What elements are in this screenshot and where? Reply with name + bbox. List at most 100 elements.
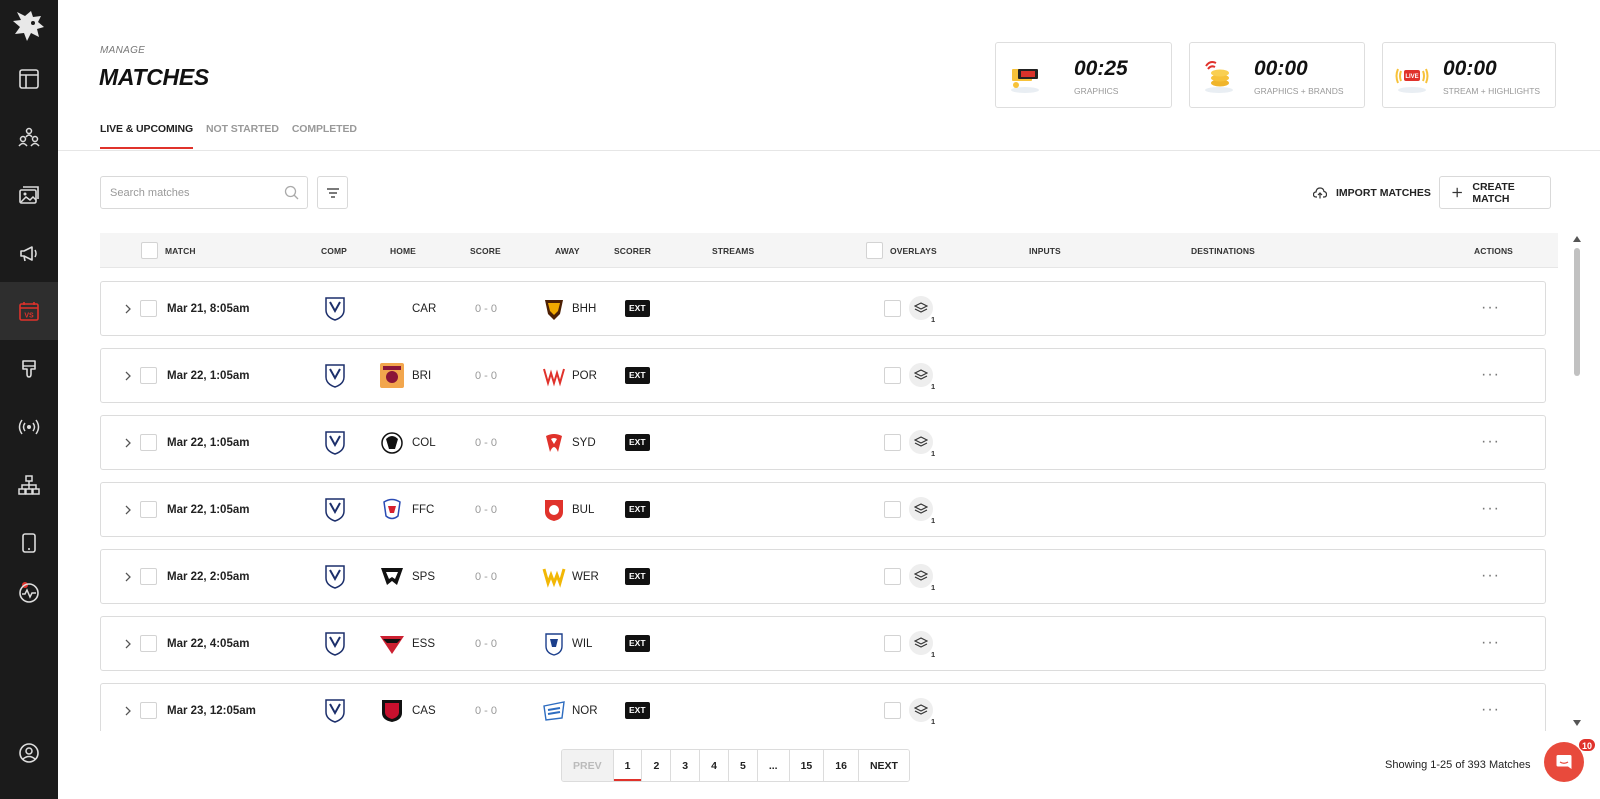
power-logo-icon <box>543 368 565 387</box>
table-row[interactable]: Mar 22, 1:05am BRI 0 - 0 POR EXT 1 ··· <box>100 348 1546 403</box>
table-row[interactable]: Mar 22, 1:05am FFC 0 - 0 BUL EXT 1 ··· <box>100 482 1546 537</box>
more-actions-icon[interactable]: ··· <box>1481 701 1500 719</box>
import-matches-button[interactable]: IMPORT MATCHES <box>1313 176 1431 209</box>
layers-icon[interactable] <box>909 698 933 722</box>
scroll-up-icon[interactable] <box>1573 236 1581 242</box>
more-actions-icon[interactable]: ··· <box>1481 500 1500 518</box>
media-library-icon[interactable] <box>0 166 58 224</box>
competition-shield-icon <box>325 498 345 522</box>
row-checkbox[interactable] <box>140 501 157 518</box>
chevron-right-icon[interactable] <box>123 638 133 650</box>
hierarchy-icon[interactable] <box>0 456 58 514</box>
campaigns-megaphone-icon[interactable] <box>0 224 58 282</box>
create-match-button[interactable]: CREATE MATCH <box>1439 176 1551 209</box>
graphics-time: 00:25 <box>1074 57 1128 80</box>
overlay-checkbox[interactable] <box>884 300 901 317</box>
more-actions-icon[interactable]: ··· <box>1481 299 1500 317</box>
page-button-3[interactable]: 3 <box>671 750 701 781</box>
scrollbar-thumb[interactable] <box>1574 248 1580 376</box>
overlay-checkbox[interactable] <box>884 702 901 719</box>
layers-icon[interactable] <box>909 564 933 588</box>
chevron-right-icon[interactable] <box>123 571 133 583</box>
next-page-button[interactable]: NEXT <box>858 750 909 781</box>
home-team: SPS <box>412 571 436 583</box>
more-actions-icon[interactable]: ··· <box>1481 567 1500 585</box>
overlay-checkbox[interactable] <box>884 635 901 652</box>
table-scrollbar[interactable] <box>1571 236 1582 726</box>
search-input[interactable] <box>100 176 308 209</box>
stat-card-graphics-brands: 00:00 GRAPHICS + BRANDS <box>1189 42 1365 108</box>
prev-page-button[interactable]: PREV <box>562 750 614 781</box>
competition-shield-icon <box>325 699 345 723</box>
row-checkbox[interactable] <box>140 367 157 384</box>
layers-icon[interactable] <box>909 497 933 521</box>
chevron-right-icon[interactable] <box>123 504 133 516</box>
overlay-count: 1 <box>931 315 936 324</box>
layers-icon[interactable] <box>909 363 933 387</box>
competition-shield-icon <box>325 632 345 656</box>
tab-completed[interactable]: COMPLETED <box>292 123 357 149</box>
pagination: PREV 1 2 3 4 5 ... 15 16 NEXT <box>561 749 910 782</box>
matches-calendar-icon[interactable]: VS <box>0 282 58 340</box>
filter-button[interactable] <box>317 176 348 209</box>
chevron-right-icon[interactable] <box>123 437 133 449</box>
row-checkbox[interactable] <box>140 434 157 451</box>
layers-icon[interactable] <box>909 430 933 454</box>
chevron-right-icon[interactable] <box>123 303 133 315</box>
activity-pulse-icon[interactable] <box>0 564 58 622</box>
page-button-4[interactable]: 4 <box>700 750 729 781</box>
page-button-1[interactable]: 1 <box>613 750 643 781</box>
row-checkbox[interactable] <box>140 702 157 719</box>
table-row[interactable]: Mar 23, 12:05am CAS 0 - 0 NOR EXT 1 ··· <box>100 683 1546 731</box>
more-actions-icon[interactable]: ··· <box>1481 433 1500 451</box>
broadcast-icon[interactable] <box>0 398 58 456</box>
overlay-count: 1 <box>931 382 936 391</box>
williamstown-logo-icon <box>545 633 563 656</box>
more-actions-icon[interactable]: ··· <box>1481 366 1500 384</box>
row-checkbox[interactable] <box>140 300 157 317</box>
page-button-16[interactable]: 16 <box>824 750 859 781</box>
table-row[interactable]: Mar 22, 1:05am COL 0 - 0 SYD EXT 1 ··· <box>100 415 1546 470</box>
magpies-logo-icon <box>381 432 403 454</box>
teams-icon[interactable] <box>0 108 58 166</box>
overlay-checkbox[interactable] <box>884 501 901 518</box>
create-match-label: CREATE MATCH <box>1472 180 1515 205</box>
page-ellipsis: ... <box>757 750 790 781</box>
row-checkbox[interactable] <box>140 635 157 652</box>
competition-shield-icon <box>325 431 345 455</box>
chevron-right-icon[interactable] <box>123 370 133 382</box>
user-profile-icon[interactable] <box>0 724 58 782</box>
tab-live-upcoming[interactable]: LIVE & UPCOMING <box>100 123 193 149</box>
table-row[interactable]: Mar 22, 2:05am SPS 0 - 0 WER EXT 1 ··· <box>100 549 1546 604</box>
more-actions-icon[interactable]: ··· <box>1481 634 1500 652</box>
table-row[interactable]: Mar 21, 8:05am CAR 0 - 0 BHH EXT 1 ··· <box>100 281 1546 336</box>
match-score: 0 - 0 <box>475 370 498 382</box>
table-row[interactable]: Mar 22, 4:05am ESS 0 - 0 WIL EXT 1 ··· <box>100 616 1546 671</box>
svg-text:LIVE: LIVE <box>1405 74 1418 80</box>
table-header: MATCH COMP HOME SCORE AWAY SCORER STREAM… <box>100 233 1558 268</box>
scroll-down-icon[interactable] <box>1573 720 1581 726</box>
layers-icon[interactable] <box>909 296 933 320</box>
chevron-right-icon[interactable] <box>123 705 133 717</box>
page-button-2[interactable]: 2 <box>642 750 672 781</box>
lion-logo-icon[interactable] <box>11 8 47 44</box>
page-title: MATCHES <box>99 64 209 90</box>
graphics-brands-time: 00:00 <box>1254 57 1308 80</box>
overlay-checkbox[interactable] <box>884 568 901 585</box>
tab-not-started[interactable]: NOT STARTED <box>206 123 279 149</box>
brand-paint-icon[interactable] <box>0 340 58 398</box>
layers-icon[interactable] <box>909 631 933 655</box>
match-date: Mar 22, 1:05am <box>167 437 250 449</box>
overlay-checkbox[interactable] <box>884 367 901 384</box>
select-all-overlays-checkbox[interactable] <box>866 242 883 259</box>
page-button-5[interactable]: 5 <box>728 750 758 781</box>
page-button-15[interactable]: 15 <box>789 750 825 781</box>
search-icon[interactable] <box>284 185 299 200</box>
select-all-checkbox[interactable] <box>141 242 158 259</box>
sps-logo-icon <box>381 568 403 585</box>
overlay-checkbox[interactable] <box>884 434 901 451</box>
col-match[interactable]: MATCH <box>165 246 196 256</box>
col-inputs: INPUTS <box>1029 246 1061 256</box>
dashboard-icon[interactable] <box>0 50 58 108</box>
row-checkbox[interactable] <box>140 568 157 585</box>
